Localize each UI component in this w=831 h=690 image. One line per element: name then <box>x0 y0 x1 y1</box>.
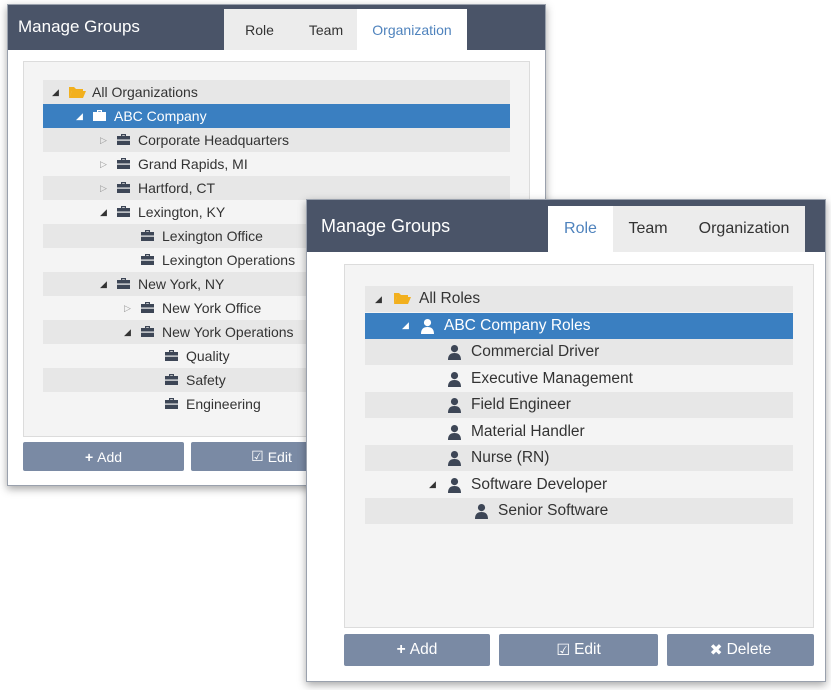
tree-node[interactable]: ◢ All Organizations <box>43 80 510 104</box>
tree-node-label: Safety <box>186 372 226 388</box>
tab-team[interactable]: Team <box>613 206 683 252</box>
panel-header: Manage Groups Role Team Organization <box>8 5 545 50</box>
plus-icon: + <box>84 448 94 465</box>
tree-node[interactable]: Executive Management <box>365 366 793 392</box>
tree-node[interactable]: Nurse (RN) <box>365 445 793 471</box>
tree-node-label: Quality <box>186 348 230 364</box>
tree-node[interactable]: ◢ All Roles <box>365 286 793 312</box>
expand-toggle-icon[interactable]: ▷ <box>100 135 107 145</box>
tree-node-label: Commercial Driver <box>471 343 600 360</box>
delete-icon: ✖ <box>709 641 723 659</box>
tree-node-label: Lexington Operations <box>162 252 296 268</box>
tree-node-label: ABC Company Roles <box>444 316 591 334</box>
tree-node[interactable]: Material Handler <box>365 419 793 445</box>
add-button[interactable]: + Add <box>23 442 184 471</box>
delete-button-label: Delete <box>726 641 772 658</box>
panel-title: Manage Groups <box>18 17 140 36</box>
tree-node-label: Lexington, KY <box>138 204 226 220</box>
collapse-toggle-icon[interactable]: ◢ <box>52 87 59 97</box>
tab-organization[interactable]: Organization <box>357 9 467 50</box>
edit-button[interactable]: ☑ Edit <box>499 634 658 666</box>
tree-node-label: All Organizations <box>92 84 198 100</box>
tree-node[interactable]: ▷ Corporate Headquarters <box>43 128 510 152</box>
role-tree: ◢ All Roles ◢ ABC Company Roles Commercial D… <box>344 264 814 628</box>
tab-team[interactable]: Team <box>295 9 357 50</box>
tab-role[interactable]: Role <box>548 206 613 252</box>
tab-organization[interactable]: Organization <box>683 206 805 252</box>
tab-bar: Role Team Organization <box>548 206 805 252</box>
tree-node-label: Corporate Headquarters <box>138 132 289 148</box>
tree-node-label: All Roles <box>419 290 481 307</box>
tree-node[interactable]: ▷ Hartford, CT <box>43 176 510 200</box>
tab-bar: Role Team Organization <box>224 9 467 50</box>
collapse-toggle-icon[interactable]: ◢ <box>76 111 83 121</box>
panel-header: Manage Groups Role Team Organization <box>307 200 825 252</box>
tree-node[interactable]: ◢ ABC Company <box>43 104 510 128</box>
tree-node[interactable]: Senior Software <box>365 498 793 524</box>
collapse-toggle-icon[interactable]: ◢ <box>429 480 436 489</box>
tab-role[interactable]: Role <box>224 9 295 50</box>
expand-toggle-icon[interactable]: ▷ <box>100 159 107 169</box>
edit-button-label: Edit <box>267 448 292 465</box>
tree-node-label: New York, NY <box>138 276 225 292</box>
tree-node[interactable]: Field Engineer <box>365 392 793 418</box>
plus-icon: + <box>396 641 406 658</box>
collapse-toggle-icon[interactable]: ◢ <box>402 321 409 330</box>
tree-node-label: New York Office <box>162 300 262 316</box>
manage-groups-panel-role: Manage Groups Role Team Organization ◢ Al… <box>306 199 826 682</box>
edit-button-label: Edit <box>574 641 601 658</box>
tree-node-label: Engineering <box>186 396 261 412</box>
collapse-toggle-icon[interactable]: ◢ <box>100 207 107 217</box>
expand-toggle-icon[interactable]: ▷ <box>124 303 131 313</box>
edit-icon: ☑ <box>556 641 571 659</box>
tree-node-label: New York Operations <box>162 324 294 340</box>
tree-node[interactable]: ◢ ABC Company Roles <box>365 312 793 339</box>
add-button-label: Add <box>97 448 123 465</box>
collapse-toggle-icon[interactable]: ◢ <box>124 327 131 337</box>
tree-node-label: Lexington Office <box>162 228 263 244</box>
add-button-label: Add <box>409 641 438 658</box>
tree-node-label: Software Developer <box>471 475 608 493</box>
tree-node-label: Hartford, CT <box>138 180 216 196</box>
delete-button[interactable]: ✖ Delete <box>667 634 814 666</box>
collapse-toggle-icon[interactable]: ◢ <box>375 294 382 304</box>
expand-toggle-icon[interactable]: ▷ <box>100 183 107 193</box>
tree-node-label: Nurse (RN) <box>471 449 550 466</box>
tree-node-label: Grand Rapids, MI <box>138 156 248 172</box>
tree-node-label: Field Engineer <box>471 396 571 413</box>
tree-node-label: Senior Software <box>498 502 609 519</box>
tree-node-label: Executive Management <box>471 369 633 387</box>
tree-node[interactable]: ▷ Grand Rapids, MI <box>43 152 510 176</box>
tree-node[interactable]: ◢ Software Developer <box>365 472 793 498</box>
add-button[interactable]: + Add <box>344 634 490 666</box>
collapse-toggle-icon[interactable]: ◢ <box>100 279 107 289</box>
tree-node-label: ABC Company <box>114 108 207 124</box>
panel-title: Manage Groups <box>321 216 451 236</box>
tree-node-label: Material Handler <box>471 422 585 440</box>
edit-icon: ☑ <box>251 448 264 464</box>
tree-node[interactable]: Commercial Driver <box>365 339 793 365</box>
